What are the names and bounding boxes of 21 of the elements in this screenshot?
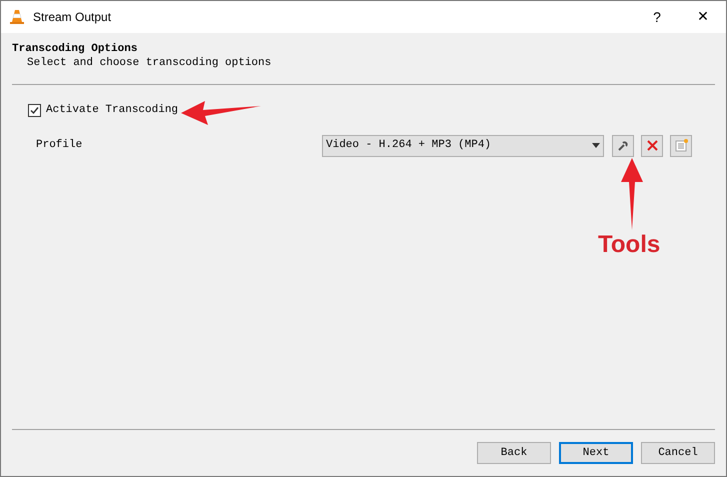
annotation-label: Tools (598, 230, 660, 260)
window-title: Stream Output (33, 9, 112, 26)
cone-icon (9, 9, 25, 25)
wrench-icon (617, 140, 629, 152)
list-icon (674, 139, 688, 152)
help-button[interactable]: ? (634, 1, 680, 33)
dialog-button[interactable]: Next (559, 442, 633, 464)
section-title: Transcoding Options (12, 42, 138, 56)
dialog-button[interactable]: Cancel (641, 442, 715, 464)
edit-button[interactable] (612, 134, 634, 156)
new-button[interactable] (670, 134, 692, 156)
close-icon (646, 140, 658, 151)
close-button[interactable]: ✕ (680, 1, 726, 33)
section-subtitle: Select and choose transcoding options (26, 56, 272, 70)
checkbox[interactable] (28, 104, 41, 117)
profile-label: Profile (36, 138, 84, 154)
delete-button[interactable] (641, 134, 663, 156)
profile-dropdown[interactable]: Video - H.264 + MP3 (MP4) (322, 134, 604, 156)
caret-icon (592, 143, 600, 148)
dialog-button[interactable]: Back (477, 442, 551, 464)
checkbox-label[interactable]: Activate Transcoding (46, 102, 178, 118)
